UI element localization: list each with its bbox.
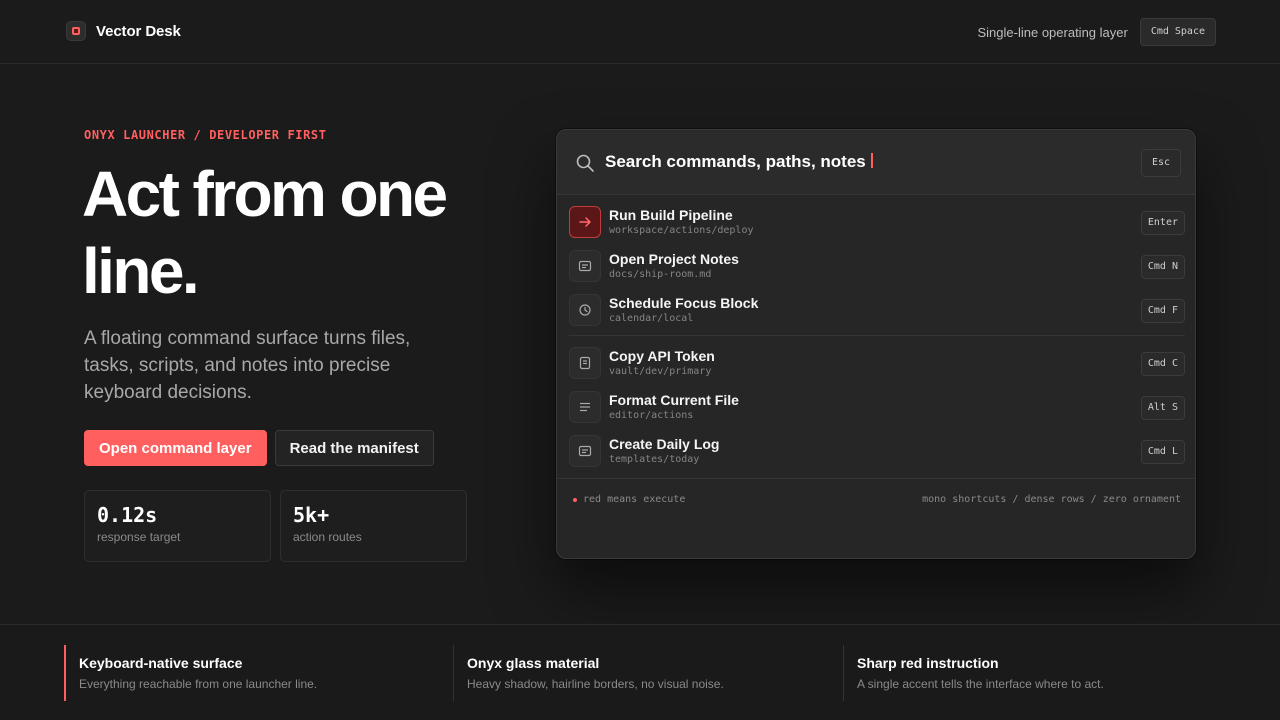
clock-icon (569, 294, 601, 326)
command-path: workspace/actions/deploy (609, 225, 754, 236)
read-manifest-button[interactable]: Read the manifest (274, 430, 434, 466)
brand-logo-icon (66, 21, 86, 41)
arrow-right-icon (569, 206, 601, 238)
command-title: Copy API Token (609, 348, 715, 364)
feature-item: Keyboard-native surface Everything reach… (64, 645, 444, 701)
command-path: editor/actions (609, 410, 694, 421)
command-launcher-panel: Search commands, paths, notes Esc Run Bu… (556, 129, 1196, 559)
command-row-open-project-notes[interactable]: Open Project Notes docs/ship-room.md Cmd… (557, 244, 1195, 288)
align-lines-icon (569, 391, 601, 423)
feature-title: Keyboard-native surface (79, 655, 243, 671)
command-title: Open Project Notes (609, 251, 739, 267)
stat-card: 5k+ action routes (280, 490, 467, 562)
hero-subcopy: A floating command surface turns files, … (84, 328, 411, 403)
stat-label: action routes (293, 530, 362, 544)
command-path: docs/ship-room.md (609, 269, 712, 280)
command-shortcut: Cmd C (1140, 352, 1185, 376)
command-shortcut: Alt S (1140, 396, 1185, 420)
command-title: Schedule Focus Block (609, 295, 759, 311)
command-shortcut: Cmd N (1140, 255, 1185, 279)
command-shortcut: Cmd F (1140, 299, 1185, 323)
legend-text: red means execute (583, 494, 686, 505)
launcher-footer: red means execute mono shortcuts / dense… (557, 478, 1195, 508)
open-command-layer-button[interactable]: Open command layer (84, 430, 267, 466)
escape-key[interactable]: Esc (1140, 149, 1181, 177)
feature-description: Heavy shadow, hairline borders, no visua… (467, 677, 724, 691)
divider (557, 332, 1195, 341)
command-path: templates/today (609, 454, 700, 465)
note-icon (569, 250, 601, 282)
stat-label: response target (97, 530, 181, 544)
command-title: Format Current File (609, 392, 739, 408)
command-shortcut: Cmd L (1140, 440, 1185, 464)
stats: 0.12s response target 5k+ action routes (84, 490, 467, 562)
search-bar[interactable]: Search commands, paths, notes Esc (557, 130, 1195, 195)
eyebrow: ONYX LAUNCHER / DEVELOPER FIRST (84, 128, 327, 142)
command-row-copy-api-token[interactable]: Copy API Token vault/dev/primary Cmd C (557, 341, 1195, 385)
document-icon (569, 347, 601, 379)
search-query: Search commands, paths, notes (605, 152, 866, 171)
command-shortcut: Enter (1140, 211, 1185, 235)
feature-description: A single accent tells the interface wher… (857, 677, 1104, 691)
command-path: calendar/local (609, 313, 694, 324)
text-caret (870, 153, 873, 168)
command-row-create-daily-log[interactable]: Create Daily Log templates/today Cmd L (557, 429, 1195, 473)
stat-value: 5k+ (293, 503, 330, 527)
top-bar: Vector Desk Single-line operating layer … (0, 0, 1280, 64)
feature-description: Everything reachable from one launcher l… (79, 677, 318, 691)
command-row-format-current-file[interactable]: Format Current File editor/actions Alt S (557, 385, 1195, 429)
feature-item: Onyx glass material Heavy shadow, hairli… (453, 645, 833, 701)
header-tagline: Single-line operating layer (977, 24, 1128, 40)
footer-note: mono shortcuts / dense rows / zero ornam… (922, 494, 1181, 505)
brand-name: Vector Desk (96, 22, 181, 40)
feature-title: Sharp red instruction (857, 655, 999, 671)
command-row-run-build-pipeline[interactable]: Run Build Pipeline workspace/actions/dep… (557, 200, 1195, 244)
stat-card: 0.12s response target (84, 490, 271, 562)
header-right: Single-line operating layer Cmd Space (977, 18, 1216, 46)
command-row-schedule-focus-block[interactable]: Schedule Focus Block calendar/local Cmd … (557, 288, 1195, 332)
command-title: Create Daily Log (609, 436, 720, 452)
page-title: Act from one line. (82, 158, 448, 307)
command-list: Run Build Pipeline workspace/actions/dep… (557, 200, 1195, 473)
features-strip: Keyboard-native surface Everything reach… (0, 624, 1280, 720)
feature-item: Sharp red instruction A single accent te… (843, 645, 1223, 701)
red-dot-icon (573, 497, 577, 502)
open-shortcut-key[interactable]: Cmd Space (1139, 18, 1216, 46)
cta-row: Open command layer Read the manifest (84, 430, 434, 466)
legend: red means execute (573, 494, 685, 505)
search-icon (576, 154, 594, 172)
brand[interactable]: Vector Desk (66, 21, 181, 41)
search-input[interactable]: Search commands, paths, notes (605, 152, 873, 172)
stat-value: 0.12s (97, 503, 158, 527)
command-path: vault/dev/primary (609, 366, 712, 377)
feature-title: Onyx glass material (467, 655, 600, 671)
command-title: Run Build Pipeline (609, 207, 733, 223)
note-icon (569, 435, 601, 467)
